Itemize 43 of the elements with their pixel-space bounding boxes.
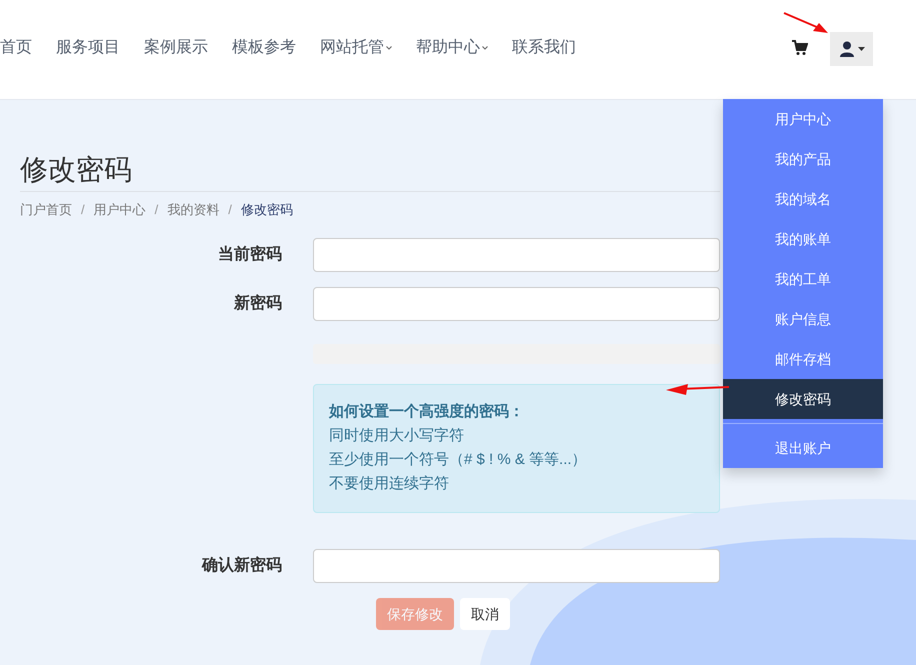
caret-icon	[482, 46, 488, 50]
cart-icon[interactable]	[792, 40, 808, 56]
user-icon	[838, 41, 854, 57]
menu-item[interactable]: 我的域名	[723, 179, 883, 219]
tips-line: 至少使用一个符号（# $ ! % & 等等...）	[329, 450, 588, 470]
menu-item[interactable]: 邮件存档	[723, 339, 883, 379]
nav-link[interactable]: 帮助中心	[416, 36, 488, 60]
breadcrumb-separator: /	[227, 201, 233, 220]
breadcrumb-separator: /	[80, 201, 86, 220]
menu-item[interactable]: 退出账户	[723, 428, 883, 468]
nav-link[interactable]: 首页	[0, 36, 32, 60]
tips-line: 同时使用大小写字符	[329, 426, 465, 446]
menu-item[interactable]: 我的产品	[723, 139, 883, 179]
menu-item[interactable]: 用户中心	[723, 99, 883, 139]
field-label: 新密码	[232, 293, 282, 314]
nav-link[interactable]: 网站托管	[320, 36, 392, 60]
menu-item[interactable]: 我的账单	[723, 219, 883, 259]
nav-link[interactable]: 联系我们	[512, 36, 576, 60]
breadcrumb-separator: /	[154, 201, 160, 220]
annotation-arrow	[783, 12, 829, 34]
nav-link[interactable]: 案例展示	[144, 36, 208, 60]
tips-line: 不要使用连续字符	[329, 474, 450, 494]
nav-link[interactable]: 服务项目	[56, 36, 120, 60]
field-label: 当前密码	[217, 244, 282, 265]
breadcrumb-item[interactable]: 我的资料	[167, 200, 220, 220]
password-field[interactable]	[313, 238, 720, 272]
annotation-arrow	[666, 382, 730, 396]
cancel-button[interactable]: 取消	[460, 598, 510, 630]
breadcrumb-item: 修改密码	[240, 201, 293, 220]
menu-item[interactable]: 修改密码	[723, 379, 883, 419]
caret-icon	[858, 47, 864, 51]
password-field[interactable]	[313, 549, 720, 583]
breadcrumb-item[interactable]: 用户中心	[94, 200, 146, 220]
page-title: 修改密码	[20, 150, 720, 192]
account-button[interactable]	[830, 32, 873, 66]
breadcrumb-item[interactable]: 门户首页	[20, 200, 72, 220]
menu-item[interactable]: 账户信息	[723, 299, 883, 339]
password-field[interactable]	[313, 287, 720, 321]
nav-link[interactable]: 模板参考	[232, 36, 296, 60]
field-label: 确认新密码	[200, 555, 282, 576]
caret-icon	[386, 46, 392, 50]
tips-title: 如何设置一个高强度的密码：	[329, 402, 525, 422]
menu-item[interactable]: 我的工单	[723, 259, 883, 299]
